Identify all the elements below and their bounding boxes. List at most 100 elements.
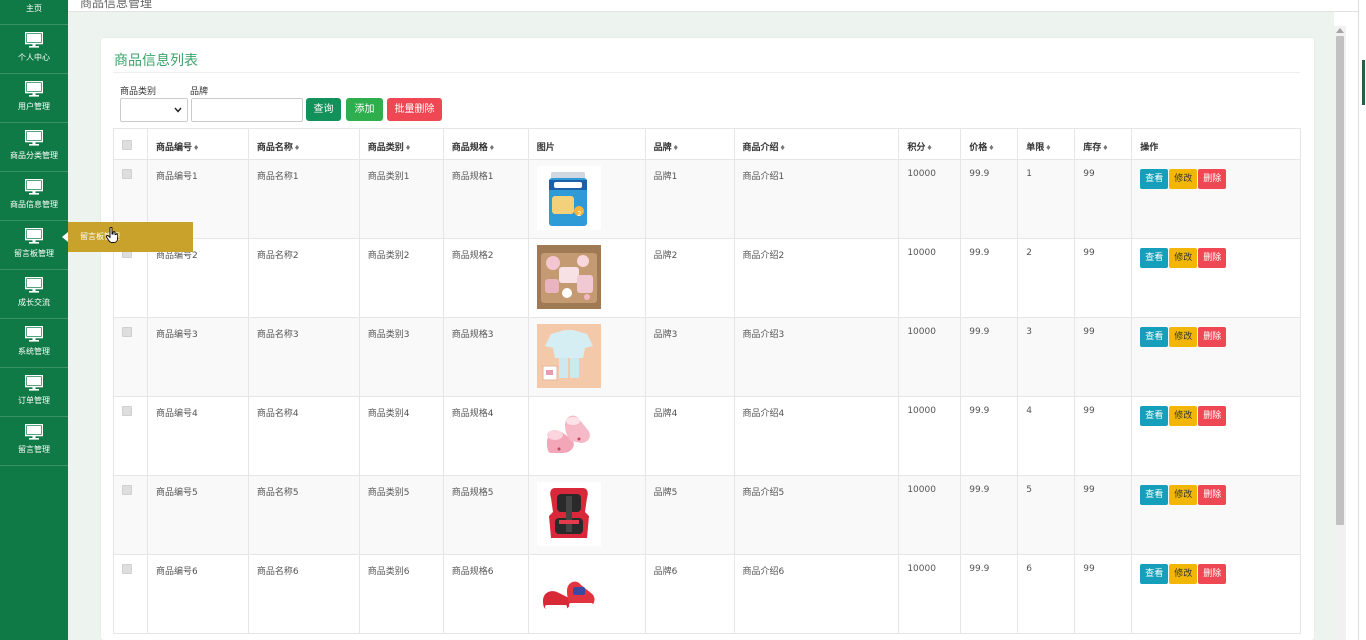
cell-stock: 99 <box>1074 238 1133 318</box>
cell-spec: 商品规格2 <box>442 238 529 318</box>
edit-button[interactable]: 修改 <box>1169 485 1198 505</box>
sidebar-item-home[interactable]: 主页 <box>0 0 68 25</box>
column-header-price[interactable]: 价格♦ <box>960 128 1019 160</box>
sort-icon[interactable]: ♦ <box>988 144 994 152</box>
product-image-cell <box>527 554 646 634</box>
sidebar-item-label: 成长交流 <box>18 298 50 307</box>
product-image <box>536 561 601 625</box>
product-image <box>536 324 601 388</box>
column-header-name[interactable]: 商品名称♦ <box>247 128 360 160</box>
sort-icon[interactable]: ♦ <box>1102 144 1108 152</box>
sort-icon[interactable]: ♦ <box>780 144 786 152</box>
brand-input[interactable] <box>191 98 303 122</box>
sidebar-item-growth[interactable]: 成长交流 <box>0 270 68 319</box>
delete-button[interactable]: 删除 <box>1198 564 1227 584</box>
sort-icon[interactable]: ♦ <box>489 144 495 152</box>
column-header-label: 商品编号 <box>155 143 192 153</box>
delete-button[interactable]: 删除 <box>1198 406 1227 426</box>
select-all-checkbox[interactable] <box>122 140 132 150</box>
sidebar-item-product-info[interactable]: 商品信息管理 <box>0 172 68 221</box>
cell-limit: 5 <box>1017 475 1076 555</box>
cell-name: 商品名称5 <box>247 475 360 555</box>
monitor-icon <box>25 179 43 195</box>
view-button[interactable]: 查看 <box>1140 406 1169 426</box>
cell-price: 99.9 <box>960 554 1019 634</box>
column-header-category[interactable]: 商品类别♦ <box>358 128 444 160</box>
submenu-flyout[interactable]: 留言板管理 <box>62 222 193 252</box>
query-button[interactable]: 查询 <box>306 98 341 121</box>
sort-icon[interactable]: ♦ <box>294 144 300 152</box>
row-checkbox[interactable] <box>122 169 132 179</box>
bulk-delete-button[interactable]: 批量删除 <box>387 98 442 121</box>
sidebar-item-messages[interactable]: 留言管理 <box>0 417 68 466</box>
vertical-scrollbar[interactable] <box>1334 26 1346 640</box>
table-row: 商品编号4 商品名称4 商品类别4 商品规格4 品牌4 商品介绍4 10000 99.9 4 99… <box>113 396 1301 476</box>
row-checkbox[interactable] <box>122 485 132 495</box>
column-header-brand[interactable]: 品牌♦ <box>644 128 735 160</box>
edit-button[interactable]: 修改 <box>1169 169 1198 189</box>
sidebar-item-users[interactable]: 用户管理 <box>0 74 68 123</box>
sort-icon[interactable]: ♦ <box>1045 144 1051 152</box>
edit-button[interactable]: 修改 <box>1169 327 1198 347</box>
cell-name: 商品名称3 <box>247 317 360 397</box>
column-header-label: 商品名称 <box>256 143 293 153</box>
cell-points: 10000 <box>898 159 962 239</box>
svg-text:2: 2 <box>577 210 581 218</box>
add-button[interactable]: 添加 <box>346 98 383 121</box>
scroll-up-arrow-icon[interactable] <box>1336 28 1344 33</box>
delete-button[interactable]: 删除 <box>1198 169 1227 189</box>
sidebar-item-profile[interactable]: 个人中心 <box>0 25 68 74</box>
edit-button[interactable]: 修改 <box>1169 564 1198 584</box>
cell-brand: 品牌1 <box>644 159 735 239</box>
edit-button[interactable]: 修改 <box>1169 248 1198 268</box>
sort-icon[interactable]: ♦ <box>405 144 411 152</box>
row-checkbox[interactable] <box>122 406 132 416</box>
column-header-code[interactable]: 商品编号♦ <box>146 128 249 160</box>
view-button[interactable]: 查看 <box>1140 248 1169 268</box>
row-checkbox[interactable] <box>122 327 132 337</box>
cell-name: 商品名称6 <box>247 554 360 634</box>
column-header-points[interactable]: 积分♦ <box>898 128 962 160</box>
column-header-label: 图片 <box>536 143 555 153</box>
delete-button[interactable]: 删除 <box>1198 485 1227 505</box>
cell-spec: 商品规格5 <box>442 475 529 555</box>
sidebar-item-system[interactable]: 系统管理 <box>0 319 68 368</box>
view-button[interactable]: 查看 <box>1140 169 1169 189</box>
product-image-cell <box>527 317 646 397</box>
product-image-cell: 2 <box>527 159 646 239</box>
cell-brand: 品牌6 <box>644 554 735 634</box>
product-image <box>536 403 601 467</box>
category-select[interactable] <box>120 98 188 122</box>
monitor-icon <box>25 228 43 244</box>
view-button[interactable]: 查看 <box>1140 564 1169 584</box>
column-header-spec[interactable]: 商品规格♦ <box>442 128 529 160</box>
row-checkbox[interactable] <box>122 564 132 574</box>
sort-icon[interactable]: ♦ <box>193 144 199 152</box>
sidebar-item-orders[interactable]: 订单管理 <box>0 368 68 417</box>
cell-stock: 99 <box>1074 317 1133 397</box>
column-header-intro[interactable]: 商品介绍♦ <box>733 128 900 160</box>
monitor-icon <box>25 424 43 440</box>
delete-button[interactable]: 删除 <box>1198 327 1227 347</box>
monitor-icon <box>25 277 43 293</box>
view-button[interactable]: 查看 <box>1140 327 1169 347</box>
sidebar-item-category[interactable]: 商品分类管理 <box>0 123 68 172</box>
delete-button[interactable]: 删除 <box>1198 248 1227 268</box>
sort-icon[interactable]: ♦ <box>926 144 932 152</box>
sidebar-item-message-board[interactable]: 留言板管理 <box>0 221 68 270</box>
cell-category: 商品类别2 <box>358 238 444 318</box>
sidebar-item-label: 商品信息管理 <box>10 200 58 209</box>
view-button[interactable]: 查看 <box>1140 485 1169 505</box>
table-row: 商品编号2 商品名称2 商品类别2 商品规格2 品牌2 商品介绍2 10000 99.9 2 99… <box>113 238 1301 318</box>
column-header-stock[interactable]: 库存♦ <box>1074 128 1133 160</box>
window-edge <box>1358 0 1366 640</box>
sidebar-item-label: 商品分类管理 <box>10 151 58 160</box>
edit-button[interactable]: 修改 <box>1169 406 1198 426</box>
column-header-limit[interactable]: 单限♦ <box>1017 128 1076 160</box>
panel-title: 商品信息列表 <box>114 53 198 69</box>
column-header-label: 操作 <box>1140 143 1159 153</box>
cell-points: 10000 <box>898 396 962 476</box>
product-image: 2 <box>536 166 601 230</box>
scrollbar-thumb[interactable] <box>1336 36 1344 525</box>
sort-icon[interactable]: ♦ <box>673 144 679 152</box>
